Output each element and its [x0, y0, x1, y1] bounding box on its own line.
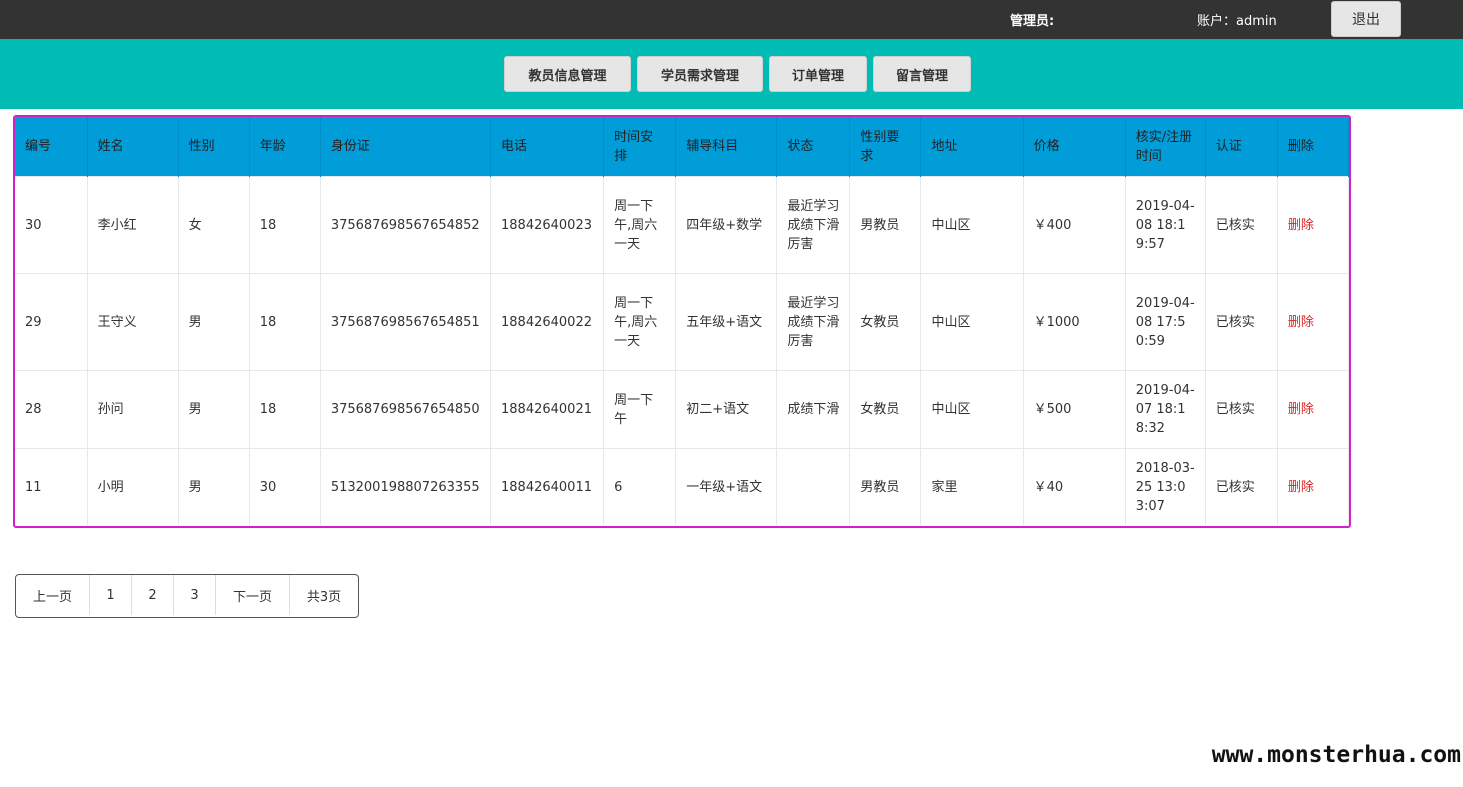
cell-name: 孙问	[87, 370, 179, 449]
column-header: 性别要求	[849, 117, 922, 177]
cell-id: 11	[15, 448, 88, 525]
cell-id: 30	[15, 176, 88, 274]
delete-link[interactable]: 删除	[1277, 273, 1349, 371]
delete-link[interactable]: 删除	[1277, 370, 1349, 449]
cell-id: 28	[15, 370, 88, 449]
pagination: 上一页 1 2 3 下一页 共3页	[15, 574, 359, 618]
cell-status: 成绩下滑	[776, 370, 851, 449]
cell-subject: 四年级+数学	[675, 176, 778, 274]
cell-certification: 已核实	[1205, 273, 1278, 371]
column-header: 时间安排	[603, 117, 677, 177]
cell-address: 家里	[920, 448, 1024, 525]
cell-age: 18	[249, 370, 321, 449]
cell-id-card: 513200198807263355	[320, 448, 492, 525]
cell-certification: 已核实	[1205, 370, 1278, 449]
cell-schedule: 周一下午,周六一天	[603, 176, 677, 274]
cell-gender: 男	[178, 370, 250, 449]
cell-status	[776, 448, 851, 525]
cell-price: ￥40	[1023, 448, 1126, 525]
table-row: 30 李小红 女 18 375687698567654852 188426400…	[15, 176, 1349, 274]
nav-student-needs-button[interactable]: 学员需求管理	[637, 56, 763, 92]
total-pages-label: 共3页	[306, 589, 342, 605]
cell-certification: 已核实	[1205, 448, 1278, 525]
column-header: 辅导科目	[675, 117, 778, 177]
cell-name: 小明	[87, 448, 179, 525]
cell-gender: 男	[178, 273, 250, 371]
cell-id: 29	[15, 273, 88, 371]
cell-age: 30	[249, 448, 321, 525]
cell-id-card: 375687698567654851	[320, 273, 492, 371]
cell-schedule: 6	[603, 448, 677, 525]
cell-phone: 18842640021	[490, 370, 605, 449]
nav-orders-button[interactable]: 订单管理	[769, 56, 867, 92]
cell-subject: 五年级+语文	[675, 273, 778, 371]
cell-verified-time: 2019-04-07 18:18:32	[1125, 370, 1206, 449]
column-header: 地址	[920, 117, 1024, 177]
cell-id-card: 375687698567654850	[320, 370, 492, 449]
student-needs-table: 编号 姓名 性别 年龄 身份证 电话 时间安排 辅导科目 状态 性别要求 地址 …	[13, 115, 1351, 528]
cell-gender-requirement: 女教员	[849, 370, 922, 449]
table-header-row: 编号 姓名 性别 年龄 身份证 电话 时间安排 辅导科目 状态 性别要求 地址 …	[15, 117, 1349, 177]
delete-link[interactable]: 删除	[1277, 448, 1349, 525]
column-header: 电话	[490, 117, 605, 177]
cell-subject: 一年级+语文	[675, 448, 778, 525]
cell-gender: 男	[178, 448, 250, 525]
prev-page-button[interactable]: 上一页	[16, 575, 90, 615]
cell-schedule: 周一下午,周六一天	[603, 273, 677, 371]
next-page-button[interactable]: 下一页	[216, 575, 290, 615]
column-header: 身份证	[320, 117, 492, 177]
column-header: 性别	[178, 117, 250, 177]
column-header: 认证	[1205, 117, 1278, 177]
column-header: 编号	[15, 117, 88, 177]
cell-address: 中山区	[920, 370, 1024, 449]
watermark: www.monsterhua.com	[1211, 742, 1461, 768]
delete-link[interactable]: 删除	[1277, 176, 1349, 274]
column-header: 状态	[776, 117, 851, 177]
cell-age: 18	[249, 273, 321, 371]
cell-phone: 18842640022	[490, 273, 605, 371]
page-2-button[interactable]: 2	[132, 575, 174, 615]
cell-age: 18	[249, 176, 321, 274]
admin-label: 管理员:	[1010, 14, 1055, 29]
table-row: 28 孙问 男 18 375687698567654850 1884264002…	[15, 370, 1349, 449]
column-header: 姓名	[87, 117, 179, 177]
cell-schedule: 周一下午	[603, 370, 677, 449]
column-header: 年龄	[249, 117, 321, 177]
top-bar: 管理员: 账户：admin 退出	[0, 0, 1463, 39]
cell-price: ￥400	[1023, 176, 1126, 274]
cell-certification: 已核实	[1205, 176, 1278, 274]
cell-status: 最近学习成绩下滑厉害	[776, 176, 851, 274]
table-row: 29 王守义 男 18 375687698567654851 188426400…	[15, 273, 1349, 371]
page-1-button[interactable]: 1	[90, 575, 132, 615]
cell-verified-time: 2019-04-08 17:50:59	[1125, 273, 1206, 371]
cell-phone: 18842640011	[490, 448, 605, 525]
cell-gender-requirement: 男教员	[849, 448, 922, 525]
cell-gender-requirement: 男教员	[849, 176, 922, 274]
cell-address: 中山区	[920, 273, 1024, 371]
cell-subject: 初二+语文	[675, 370, 778, 449]
cell-id-card: 375687698567654852	[320, 176, 492, 274]
nav-messages-button[interactable]: 留言管理	[873, 56, 971, 92]
logout-button[interactable]: 退出	[1331, 1, 1401, 37]
cell-address: 中山区	[920, 176, 1024, 274]
cell-name: 王守义	[87, 273, 179, 371]
account-label: 账户：admin	[1197, 14, 1277, 29]
cell-price: ￥1000	[1023, 273, 1126, 371]
column-header: 核实/注册时间	[1125, 117, 1206, 177]
cell-gender-requirement: 女教员	[849, 273, 922, 371]
column-header: 删除	[1277, 117, 1349, 177]
nav-bar: 教员信息管理 学员需求管理 订单管理 留言管理	[0, 39, 1463, 109]
cell-name: 李小红	[87, 176, 179, 274]
cell-gender: 女	[178, 176, 250, 274]
table-row: 11 小明 男 30 513200198807263355 1884264001…	[15, 448, 1349, 525]
page-3-button[interactable]: 3	[174, 575, 216, 615]
cell-status: 最近学习成绩下滑厉害	[776, 273, 851, 371]
cell-phone: 18842640023	[490, 176, 605, 274]
column-header: 价格	[1023, 117, 1126, 177]
cell-verified-time: 2018-03-25 13:03:07	[1125, 448, 1206, 525]
cell-price: ￥500	[1023, 370, 1126, 449]
nav-teacher-info-button[interactable]: 教员信息管理	[504, 56, 631, 92]
cell-verified-time: 2019-04-08 18:19:57	[1125, 176, 1206, 274]
